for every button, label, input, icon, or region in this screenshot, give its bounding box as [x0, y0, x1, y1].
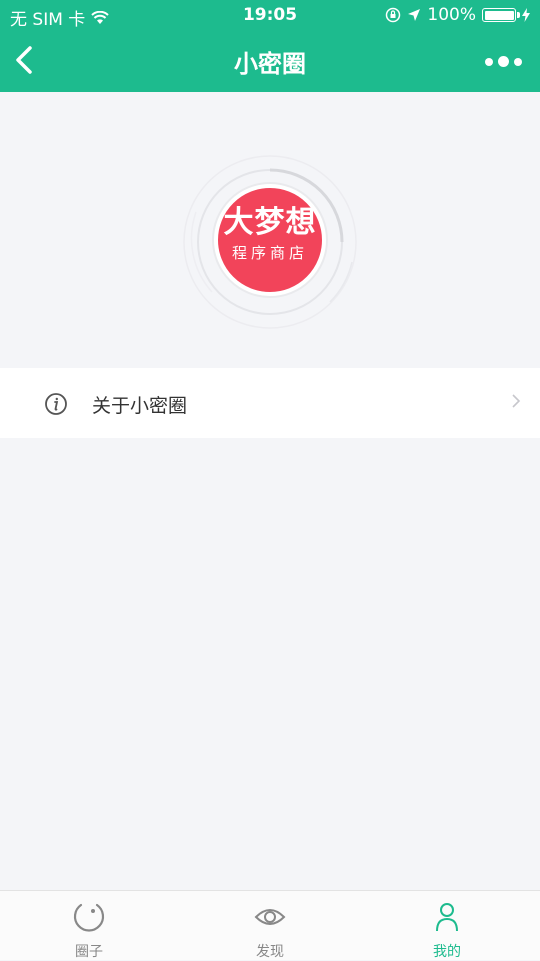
- status-bar: 无 SIM 卡 19:05 100%: [0, 0, 540, 30]
- status-right: 100%: [385, 5, 530, 25]
- eye-icon: [254, 909, 286, 925]
- chevron-right-icon: [512, 394, 521, 408]
- charging-icon: [522, 8, 530, 22]
- more-dot-icon: [485, 57, 493, 66]
- page-title: 小密圈: [234, 50, 306, 78]
- logo-area: 大梦想 程序商店: [170, 142, 370, 342]
- menu-item-about[interactable]: 关于小密圈: [0, 368, 540, 438]
- logo-subtitle: 程序商店: [231, 244, 308, 262]
- more-dot-icon: [498, 56, 509, 67]
- tab-discover[interactable]: 发现: [210, 891, 330, 961]
- person-icon: [436, 903, 458, 932]
- orientation-lock-icon: [386, 7, 401, 23]
- circle-icon: [73, 903, 105, 932]
- tab-bar: 圈子 发现 我的: [0, 890, 540, 960]
- info-icon: [45, 393, 67, 415]
- location-icon: [408, 9, 421, 21]
- tab-label: 我的: [433, 944, 461, 960]
- menu-item-label: 关于小密圈: [92, 395, 188, 417]
- nav-bar: 小密圈: [0, 30, 540, 92]
- tab-circles[interactable]: 圈子: [29, 891, 149, 961]
- more-options-button[interactable]: [485, 56, 522, 67]
- circle-avatar: 大梦想 程序商店: [214, 184, 326, 296]
- battery-text: 100%: [427, 5, 476, 25]
- battery-icon: [482, 8, 520, 22]
- profile-header: 大梦想 程序商店: [0, 92, 540, 368]
- more-dot-icon: [514, 57, 522, 66]
- logo-title: 大梦想: [223, 205, 317, 240]
- tab-me[interactable]: 我的: [387, 891, 507, 961]
- tab-label: 圈子: [75, 944, 103, 960]
- tab-label: 发现: [256, 944, 284, 960]
